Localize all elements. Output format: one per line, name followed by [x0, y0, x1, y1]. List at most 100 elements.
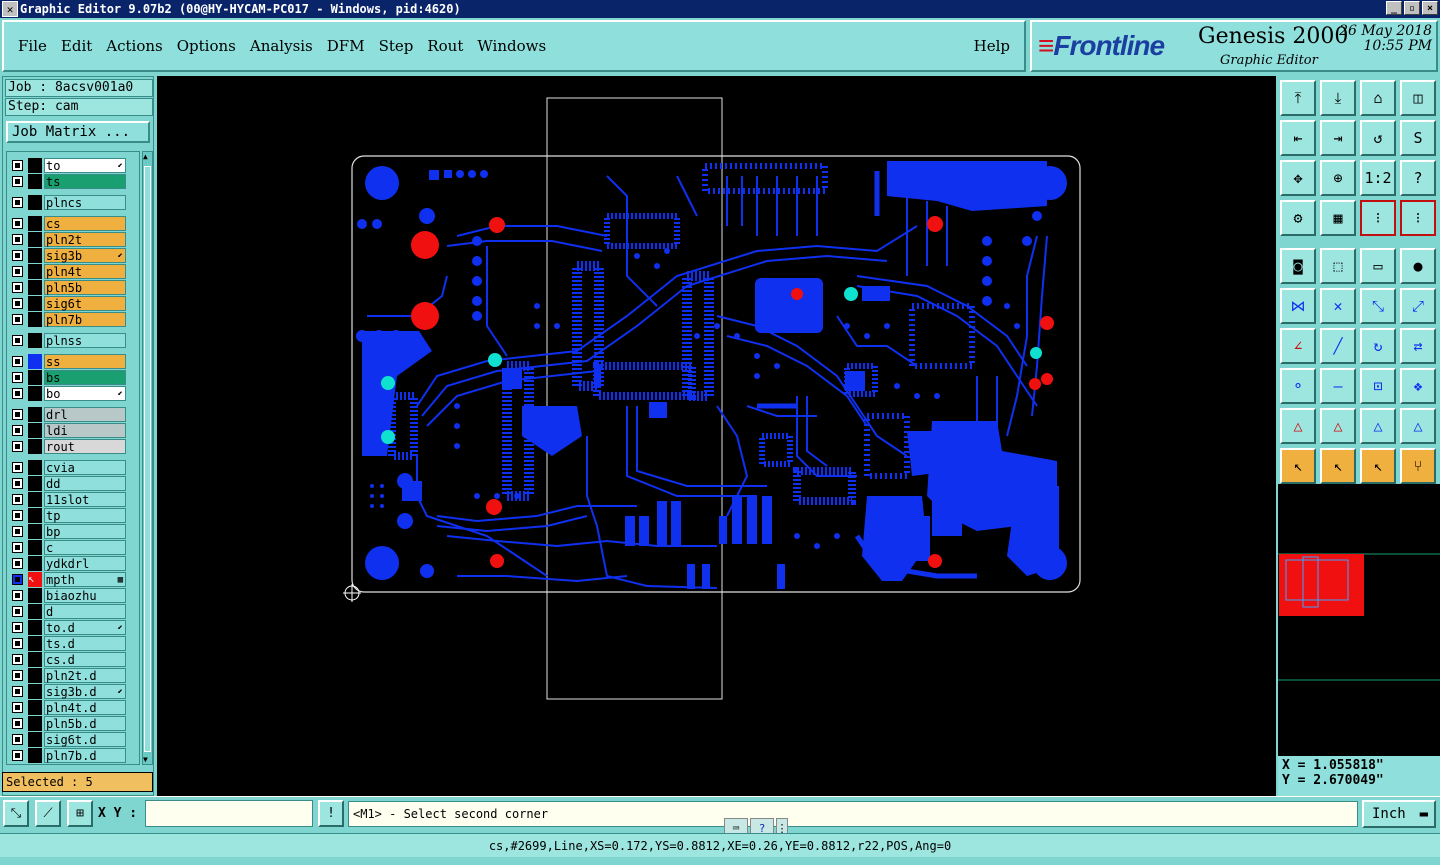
layer-color-swatch[interactable]	[28, 296, 42, 311]
layer-name[interactable]: pln5b.d	[44, 716, 126, 731]
layer-checkbox[interactable]	[12, 197, 23, 208]
layer-color-swatch[interactable]	[28, 460, 42, 475]
layer-color-swatch[interactable]	[28, 333, 42, 348]
center-button[interactable]: ⊕	[1320, 160, 1356, 196]
layer-checkbox[interactable]	[12, 425, 23, 436]
layer-color-swatch[interactable]	[28, 492, 42, 507]
layer-color-swatch[interactable]	[28, 636, 42, 651]
layer-checkbox[interactable]	[12, 622, 23, 633]
layer-row-pln7b.d[interactable]: pln7b.d	[9, 748, 127, 763]
layer-name[interactable]: tp	[44, 508, 126, 523]
layer-row-pln4t[interactable]: pln4t	[9, 264, 127, 279]
pad-button[interactable]: ●	[1400, 248, 1436, 284]
layer-color-swatch[interactable]	[28, 216, 42, 231]
pointer-button[interactable]: ↖	[1280, 448, 1316, 484]
move-button[interactable]: ⤡	[1360, 288, 1396, 324]
arc-button[interactable]: ↻	[1360, 328, 1396, 364]
layer-color-swatch[interactable]	[28, 248, 42, 263]
layer-checkbox[interactable]	[12, 606, 23, 617]
triangle3-button[interactable]: △	[1360, 408, 1396, 444]
menu-dfm[interactable]: DFM	[327, 37, 365, 55]
layer-row-to[interactable]: to ⬋	[9, 158, 127, 173]
layer-name[interactable]: pln7b.d	[44, 748, 126, 763]
layer-checkbox[interactable]	[12, 638, 23, 649]
layer-name[interactable]: drl	[44, 407, 126, 422]
layer-name[interactable]: pln7b	[44, 312, 126, 327]
layer-checkbox[interactable]	[12, 462, 23, 473]
pointer-select-button[interactable]: ↖	[1320, 448, 1356, 484]
grid-snap-button[interactable]: ⊞	[67, 800, 93, 827]
layer-name[interactable]: 11slot	[44, 492, 126, 507]
layer-checkbox[interactable]	[12, 494, 23, 505]
layer-name[interactable]: cs	[44, 216, 126, 231]
menu-edit[interactable]: Edit	[61, 37, 92, 55]
angle-button[interactable]: ∠	[1280, 328, 1316, 364]
layer-row-bp[interactable]: bp	[9, 524, 127, 539]
select-region-button[interactable]: ⬚	[1320, 248, 1356, 284]
layer-name[interactable]: d	[44, 604, 126, 619]
layer-checkbox[interactable]	[12, 218, 23, 229]
layer-checkbox[interactable]	[12, 441, 23, 452]
layer-name[interactable]: sig6t.d	[44, 732, 126, 747]
layer-color-swatch[interactable]	[28, 556, 42, 571]
layer-checkbox[interactable]	[12, 558, 23, 569]
layer-checkbox[interactable]	[12, 234, 23, 245]
layer-checkbox[interactable]	[12, 176, 23, 187]
layer-name[interactable]: sig3b ⬋	[44, 248, 126, 263]
layer-checkbox[interactable]	[12, 409, 23, 420]
layer-color-swatch[interactable]	[28, 748, 42, 763]
unit-selector[interactable]: Inch ▬	[1362, 800, 1436, 828]
layer-row-ss[interactable]: ss	[9, 354, 127, 369]
layer-name[interactable]: pln4t	[44, 264, 126, 279]
feature-button[interactable]: ⚬	[1280, 368, 1316, 404]
ruler-button[interactable]: ▭	[1360, 248, 1396, 284]
split-button[interactable]: —	[1320, 368, 1356, 404]
layer-color-swatch[interactable]	[28, 232, 42, 247]
layer-name[interactable]: mpth ▦	[44, 572, 126, 587]
menu-options[interactable]: Options	[177, 37, 236, 55]
layer-color-swatch[interactable]	[28, 354, 42, 369]
layer-checkbox[interactable]	[12, 750, 23, 761]
triangle-button[interactable]: △	[1280, 408, 1316, 444]
layer-checkbox[interactable]	[12, 282, 23, 293]
layer-color-swatch[interactable]	[28, 732, 42, 747]
triangle2-button[interactable]: △	[1320, 408, 1356, 444]
layer-name[interactable]: dd	[44, 476, 126, 491]
layer-filter-button[interactable]: ⁝	[1360, 200, 1396, 236]
redo-zoom-button[interactable]: S	[1400, 120, 1436, 156]
alert-button[interactable]: !	[318, 800, 344, 827]
menu-help[interactable]: Help	[974, 37, 1010, 55]
layer-checkbox[interactable]	[12, 372, 23, 383]
layer-color-swatch[interactable]	[28, 588, 42, 603]
layer-name[interactable]: ldi	[44, 423, 126, 438]
copy-button[interactable]: ⤢	[1400, 288, 1436, 324]
scroll-down-icon[interactable]: ▼	[143, 755, 148, 764]
layer-name[interactable]: biaozhu	[44, 588, 126, 603]
layer-name[interactable]: pln2t.d	[44, 668, 126, 683]
minimize-button[interactable]: _	[1386, 1, 1402, 15]
pointer-box-button[interactable]: ↖	[1360, 448, 1396, 484]
layer-color-swatch[interactable]	[28, 195, 42, 210]
layer-row-cs[interactable]: cs	[9, 216, 127, 231]
layer-row-drl[interactable]: drl	[9, 407, 127, 422]
line-button[interactable]: ╱	[1320, 328, 1356, 364]
close-button[interactable]: ×	[1422, 1, 1438, 15]
layer-name[interactable]: ss	[44, 354, 126, 369]
layer-row-ts[interactable]: ts	[9, 174, 127, 189]
layer-checkbox[interactable]	[12, 590, 23, 601]
layer-row-biaozhu[interactable]: biaozhu	[9, 588, 127, 603]
layer-name[interactable]: c	[44, 540, 126, 555]
layer-name[interactable]: pln2t	[44, 232, 126, 247]
zoom-box-button[interactable]: ⤡	[3, 800, 29, 827]
layer-row-ldi[interactable]: ldi	[9, 423, 127, 438]
layer-scrollbar[interactable]: ▲ ▼	[142, 151, 153, 765]
layer-checkbox[interactable]	[12, 654, 23, 665]
one-to-one-button[interactable]: 1:2	[1360, 160, 1396, 196]
next-button[interactable]: ⇥	[1320, 120, 1356, 156]
layer-color-swatch[interactable]	[28, 652, 42, 667]
query-button[interactable]: ?	[1400, 160, 1436, 196]
layer-row-pln5b[interactable]: pln5b	[9, 280, 127, 295]
layer-color-swatch[interactable]	[28, 370, 42, 385]
layer-name[interactable]: bp	[44, 524, 126, 539]
home-button[interactable]: ⌂	[1360, 80, 1396, 116]
